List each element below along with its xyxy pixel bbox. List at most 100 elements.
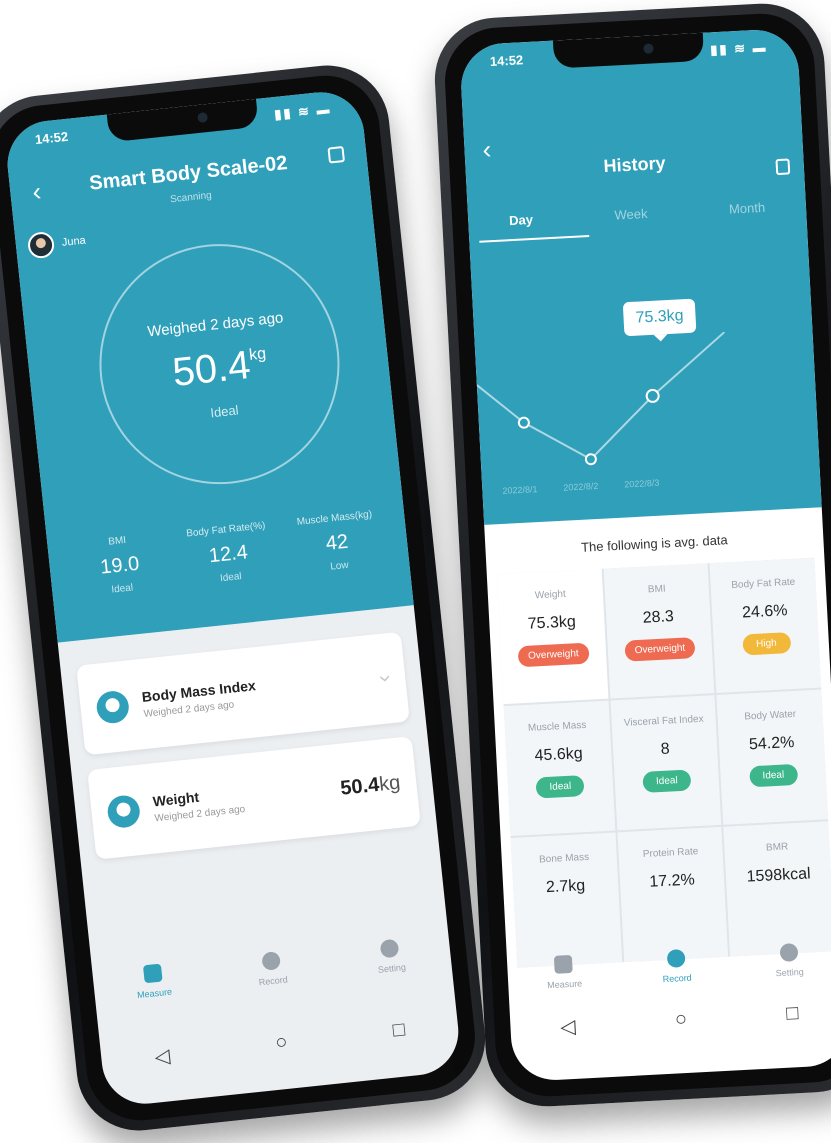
grid-cell-protein-rate[interactable]: Protein Rate 17.2%	[617, 826, 729, 963]
grid-cell-body-water[interactable]: Body Water 54.2% Ideal	[716, 689, 829, 825]
trend-line	[476, 331, 726, 461]
status-time: 14:52	[489, 52, 524, 69]
cell-label: Body Fat Rate	[731, 576, 796, 592]
data-point[interactable]	[517, 416, 530, 429]
cell-label: Weight	[534, 588, 567, 602]
user-switcher[interactable]: Juna	[26, 228, 87, 260]
card-text: Weight Weighed 2 days ago	[152, 775, 328, 824]
status-badge: Ideal	[535, 775, 585, 799]
grid-cell-bmi[interactable]: BMI 28.3 Overweight	[603, 563, 715, 699]
weight-card[interactable]: Weight Weighed 2 days ago 50.4kg	[87, 736, 421, 860]
history-chart-panel: ‹ History Day Week Month 75.3kg 2022/8/1…	[459, 27, 822, 525]
scale-screen: 14:52 ▮▮ ≋ ▬ ‹ Smart Body Scale-02 Scann…	[3, 87, 463, 1109]
tab-month[interactable]: Month	[729, 200, 766, 217]
weight-card-number: 50.4	[339, 773, 381, 800]
recent-apps-icon[interactable]: □	[786, 1002, 799, 1028]
tab-day[interactable]: Day	[509, 212, 534, 228]
metric-value: 19.0	[99, 552, 141, 579]
cell-label: Protein Rate	[642, 846, 699, 861]
tab-label: Record	[662, 972, 692, 985]
avg-data-title: The following is avg. data	[580, 532, 729, 555]
cell-value: 1598kcal	[746, 865, 812, 886]
grid-cell-muscle-mass[interactable]: Muscle Mass 45.6kg Ideal	[503, 700, 616, 836]
cell-value: 54.2%	[748, 733, 795, 754]
cell-value: 45.6kg	[534, 745, 584, 765]
metric-muscle-mass: Muscle Mass(kg) 42 Low	[280, 507, 393, 577]
metric-value: 42	[324, 530, 350, 555]
system-nav-bar: ◁ ○ □	[101, 1013, 460, 1075]
tab-setting[interactable]: Setting	[349, 935, 432, 977]
metric-bmi: BMI 19.0 Ideal	[63, 530, 176, 600]
cell-value: 17.2%	[648, 871, 696, 891]
tab-label: Measure	[136, 986, 173, 1001]
grid-cell-weight[interactable]: Weight 75.3kg Overweight	[496, 568, 609, 705]
card-text: Body Mass Index Weighed 2 days ago	[141, 665, 370, 720]
metric-label: BMI	[107, 534, 127, 548]
tab-label: Setting	[377, 961, 407, 975]
home-icon[interactable]: ○	[274, 1031, 289, 1057]
record-icon	[261, 951, 282, 971]
tab-record[interactable]: Record	[636, 947, 718, 985]
cell-label: Body Water	[744, 708, 797, 723]
metric-body-fat: Body Fat Rate(%) 12.4 Ideal	[172, 519, 285, 589]
tab-measure[interactable]: Measure	[523, 953, 605, 991]
history-screen: 14:52 ▮▮ ≋ ▬ ‹ History Day Week Month 75…	[459, 27, 831, 1083]
cell-label: Bone Mass	[538, 851, 590, 866]
cell-value: 8	[660, 740, 671, 758]
metrics-row: BMI 19.0 Ideal Body Fat Rate(%) 12.4 Ide…	[63, 507, 393, 600]
measure-icon	[142, 963, 163, 984]
grid-cell-bmr[interactable]: BMR 1598kcal	[723, 821, 831, 957]
tab-label: Measure	[546, 978, 583, 991]
phone-right: 14:52 ▮▮ ≋ ▬ ‹ History Day Week Month 75…	[431, 0, 831, 1110]
weight-gauge: Weighed 2 days ago 50.4kg Ideal	[87, 232, 352, 497]
grid-cell-visceral-fat[interactable]: Visceral Fat Index 8 Ideal	[610, 695, 722, 831]
home-icon[interactable]: ○	[674, 1008, 687, 1034]
setting-icon	[379, 938, 400, 959]
chevron-down-icon[interactable]: ›	[372, 673, 399, 683]
status-badge: Ideal	[748, 763, 798, 788]
status-badge: Overweight	[517, 642, 590, 668]
user-name: Juna	[61, 234, 87, 249]
active-tab-indicator	[479, 235, 590, 243]
export-icon[interactable]	[775, 158, 791, 176]
weight-value: 50.4kg	[100, 334, 339, 403]
measure-icon	[554, 954, 574, 974]
back-icon[interactable]: ◁	[560, 1014, 577, 1040]
back-icon[interactable]: ◁	[153, 1043, 172, 1069]
tab-setting[interactable]: Setting	[748, 941, 830, 979]
cell-value: 75.3kg	[527, 613, 577, 633]
tab-measure[interactable]: Measure	[112, 960, 195, 1002]
record-icon	[666, 948, 686, 968]
grid-cell-bone-mass[interactable]: Bone Mass 2.7kg	[510, 832, 622, 968]
cell-label: Visceral Fat Index	[623, 713, 704, 729]
tab-record[interactable]: Record	[230, 948, 313, 990]
metric-label: Body Fat Rate(%)	[185, 520, 266, 540]
metric-value: 12.4	[207, 541, 249, 568]
status-badge: Ideal	[642, 769, 692, 793]
share-icon[interactable]	[327, 145, 346, 164]
tab-bar: Measure Record Setting	[92, 933, 452, 1004]
person-icon	[95, 689, 131, 725]
grid-cell-body-fat[interactable]: Body Fat Rate 24.6% High	[709, 557, 822, 693]
cell-value: 24.6%	[741, 602, 788, 622]
weight-unit: kg	[248, 345, 267, 364]
x-label: 2022/8/3	[624, 477, 660, 490]
tab-label: Setting	[775, 966, 804, 979]
weight-card-unit: kg	[377, 771, 402, 796]
value-tooltip: 75.3kg	[622, 298, 697, 337]
setting-icon	[779, 943, 799, 963]
bmi-card[interactable]: Body Mass Index Weighed 2 days ago ›	[76, 631, 410, 756]
metric-label: Muscle Mass(kg)	[296, 509, 373, 528]
data-point-selected[interactable]	[645, 388, 660, 403]
x-label: 2022/8/2	[563, 480, 599, 493]
recent-apps-icon[interactable]: □	[392, 1018, 407, 1044]
phone-left: 14:52 ▮▮ ≋ ▬ ‹ Smart Body Scale-02 Scann…	[0, 59, 492, 1137]
tab-week[interactable]: Week	[614, 206, 648, 223]
data-point[interactable]	[584, 453, 597, 466]
scale-icon	[106, 794, 142, 830]
chevron-left-icon[interactable]: ‹	[482, 134, 492, 165]
weight-trend-line	[476, 331, 726, 466]
avg-data-grid: Weight 75.3kg Overweight BMI 28.3 Overwe…	[496, 557, 831, 968]
cell-label: BMI	[647, 583, 666, 596]
cell-label: Muscle Mass	[527, 719, 587, 734]
